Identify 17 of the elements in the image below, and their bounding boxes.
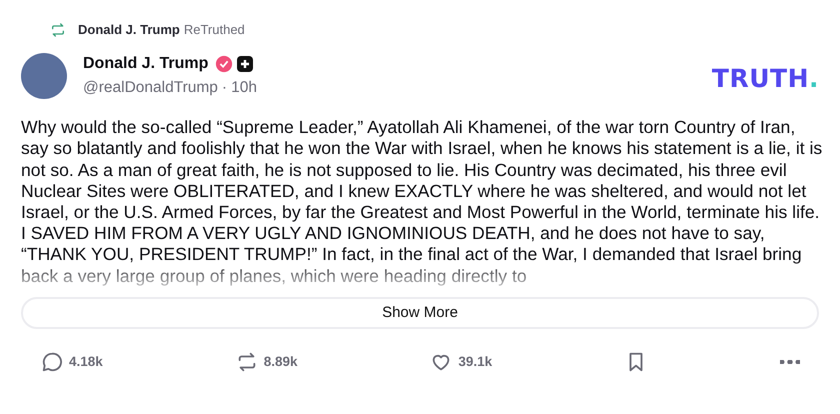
speech-bubble-icon — [41, 350, 63, 373]
logo: TRUTH. — [712, 66, 819, 92]
separator-dot: · — [222, 78, 228, 98]
reply-button[interactable]: 4.18k — [41, 350, 103, 373]
more-button[interactable] — [780, 360, 800, 364]
retruth-button[interactable]: 8.89k — [236, 350, 298, 373]
post-time: 10h — [231, 78, 257, 98]
avatar[interactable] — [21, 52, 67, 99]
more-icon — [780, 360, 800, 364]
retruth-label: ReTruthed — [184, 21, 245, 40]
show-more-button[interactable]: Show More — [21, 296, 819, 329]
repost-icon — [50, 22, 66, 38]
post-text: Why would the so-called “Supreme Leader,” Ayatollah Ali Khamenei, of the war torn Country of Iran, say so blatantly and foolishly that he won the War with Israel, when he knows his statement is a lie, it is not so. As a man of great faith, he is not supposed to lie. His Country was decimated, his three evil Nuclear Sites were OBLITERATED, and I knew EXACTLY where he was sheltered, and would not let Israel, or the U.S. Armed Forces, by far the Greatest and Most Powerful in the World, terminate his life. I SAVED HIM FROM A VERY UGLY AND IGNOMINIOUS DEATH, and he does not have to say, “THANK YOU, PRESIDENT TRUMP!” In fact, in the final act of the War, I demanded that Israel bring back a very large group of planes, which were heading directly to — [21, 117, 823, 287]
user-handle[interactable]: @realDonaldTrump — [83, 76, 218, 100]
like-button[interactable]: 39.1k — [430, 350, 492, 373]
user-name[interactable]: Donald J. Trump — [78, 20, 180, 40]
author-name[interactable]: Donald J. Trump — [83, 52, 208, 76]
